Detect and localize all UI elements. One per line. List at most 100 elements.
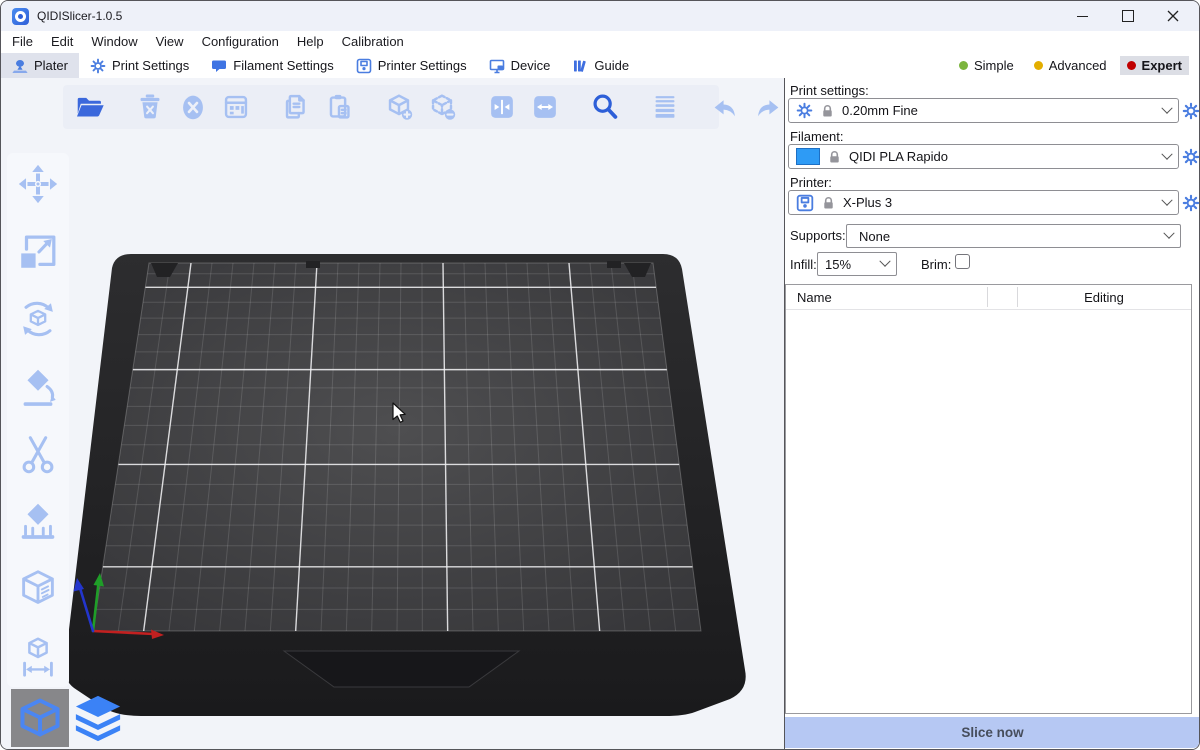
menu-help[interactable]: Help — [288, 31, 333, 53]
print-settings-combo[interactable]: 0.20mm Fine — [788, 98, 1179, 123]
tab-printer-settings[interactable]: Printer Settings — [345, 53, 478, 78]
object-list[interactable]: Name Editing — [785, 284, 1192, 714]
add-instance-icon[interactable] — [382, 90, 416, 124]
tab-label: Guide — [594, 58, 629, 73]
mode-expert[interactable]: Expert — [1120, 56, 1189, 75]
copy-icon[interactable] — [279, 90, 313, 124]
filament-value: QIDI PLA Rapido — [849, 149, 948, 164]
3d-editor-view-icon — [18, 696, 62, 740]
column-header-name: Name — [786, 290, 987, 305]
tab-label: Device — [511, 58, 551, 73]
filament-combo[interactable]: QIDI PLA Rapido — [788, 144, 1179, 169]
split-to-objects-icon[interactable] — [485, 90, 519, 124]
measure-tool-icon[interactable] — [15, 633, 61, 679]
close-button[interactable] — [1150, 1, 1195, 31]
infill-label: Infill: — [790, 257, 817, 272]
supports-combo[interactable]: None — [846, 224, 1181, 248]
3d-viewport[interactable] — [1, 78, 784, 750]
menu-configuration[interactable]: Configuration — [193, 31, 288, 53]
3d-editor-view-button[interactable] — [11, 689, 69, 747]
chevron-down-icon — [879, 256, 890, 267]
arrange-icon[interactable] — [219, 90, 253, 124]
gizmo-toolbar — [7, 153, 69, 687]
slice-now-button[interactable]: Slice now — [785, 717, 1200, 748]
tab-label: Printer Settings — [378, 58, 467, 73]
chevron-down-icon — [1161, 148, 1172, 159]
edit-printer-button[interactable] — [1181, 193, 1200, 212]
printer-label: Printer: — [790, 175, 832, 190]
menu-edit[interactable]: Edit — [42, 31, 82, 53]
paste-icon[interactable] — [322, 90, 356, 124]
advanced-mode-dot-icon — [1034, 61, 1043, 70]
preview-view-button[interactable] — [69, 689, 127, 747]
variable-layer-height-icon[interactable] — [648, 90, 682, 124]
scale-tool-icon[interactable] — [15, 228, 61, 274]
mode-label: Simple — [974, 58, 1014, 73]
expert-mode-dot-icon — [1127, 61, 1136, 70]
gear-icon — [1182, 102, 1200, 120]
title-bar: QIDISlicer-1.0.5 — [1, 1, 1199, 31]
lock-icon — [827, 149, 842, 165]
maximize-button[interactable] — [1105, 1, 1150, 31]
place-on-face-tool-icon[interactable] — [15, 363, 61, 409]
mode-label: Expert — [1142, 58, 1182, 73]
move-tool-icon[interactable] — [15, 161, 61, 207]
printer-settings-icon — [356, 58, 372, 74]
mode-simple[interactable]: Simple — [952, 56, 1021, 75]
cut-tool-icon[interactable] — [15, 431, 61, 477]
mode-advanced[interactable]: Advanced — [1027, 56, 1114, 75]
printer-value: X-Plus 3 — [843, 195, 892, 210]
printer-combo[interactable]: X-Plus 3 — [788, 190, 1179, 215]
tab-label: Filament Settings — [233, 58, 333, 73]
tab-filament-settings[interactable]: Filament Settings — [200, 53, 344, 78]
minimize-button[interactable] — [1060, 1, 1105, 31]
rotate-tool-icon[interactable] — [15, 296, 61, 342]
print-settings-label: Print settings: — [790, 83, 869, 98]
gear-icon — [1182, 194, 1200, 212]
edit-print-settings-button[interactable] — [1181, 101, 1200, 120]
supports-value: None — [854, 229, 890, 244]
filament-label: Filament: — [790, 129, 843, 144]
menu-calibration[interactable]: Calibration — [333, 31, 413, 53]
split-to-parts-icon[interactable] — [528, 90, 562, 124]
tab-bar: Plater Print Settings Filament Settings … — [1, 53, 1199, 80]
search-icon[interactable] — [588, 90, 622, 124]
delete-all-icon[interactable] — [176, 90, 210, 124]
infill-value: 15% — [825, 257, 851, 272]
infill-combo[interactable]: 15% — [817, 252, 897, 276]
menu-file[interactable]: File — [3, 31, 42, 53]
edit-filament-button[interactable] — [1181, 147, 1200, 166]
remove-instance-icon[interactable] — [425, 90, 459, 124]
device-icon — [489, 58, 505, 74]
menu-window[interactable]: Window — [82, 31, 146, 53]
paint-on-supports-tool-icon[interactable] — [15, 498, 61, 544]
close-icon — [1167, 10, 1179, 22]
gear-icon — [796, 102, 813, 119]
app-logo-icon — [12, 8, 29, 25]
tab-print-settings[interactable]: Print Settings — [79, 53, 200, 78]
undo-icon[interactable] — [708, 90, 742, 124]
open-icon[interactable] — [73, 90, 107, 124]
brim-checkbox[interactable] — [955, 254, 970, 269]
print-settings-value: 0.20mm Fine — [842, 103, 918, 118]
tab-guide[interactable]: Guide — [561, 53, 640, 78]
supports-label: Supports: — [790, 228, 846, 243]
slice-now-label: Slice now — [961, 725, 1023, 740]
print-bed-canvas[interactable] — [1, 78, 784, 750]
chevron-down-icon — [1161, 194, 1172, 205]
guide-icon — [572, 58, 588, 74]
tab-label: Print Settings — [112, 58, 189, 73]
column-separator — [987, 287, 988, 307]
chevron-down-icon — [1163, 228, 1174, 239]
object-list-header: Name Editing — [786, 285, 1191, 310]
menu-view[interactable]: View — [147, 31, 193, 53]
minimize-icon — [1077, 16, 1088, 17]
gear-icon — [1182, 148, 1200, 166]
tab-plater[interactable]: Plater — [1, 53, 79, 78]
print-settings-icon — [90, 58, 106, 74]
tab-device[interactable]: Device — [478, 53, 562, 78]
redo-icon[interactable] — [751, 90, 784, 124]
seam-painting-tool-icon[interactable] — [15, 566, 61, 612]
chevron-down-icon — [1161, 102, 1172, 113]
delete-icon[interactable] — [133, 90, 167, 124]
